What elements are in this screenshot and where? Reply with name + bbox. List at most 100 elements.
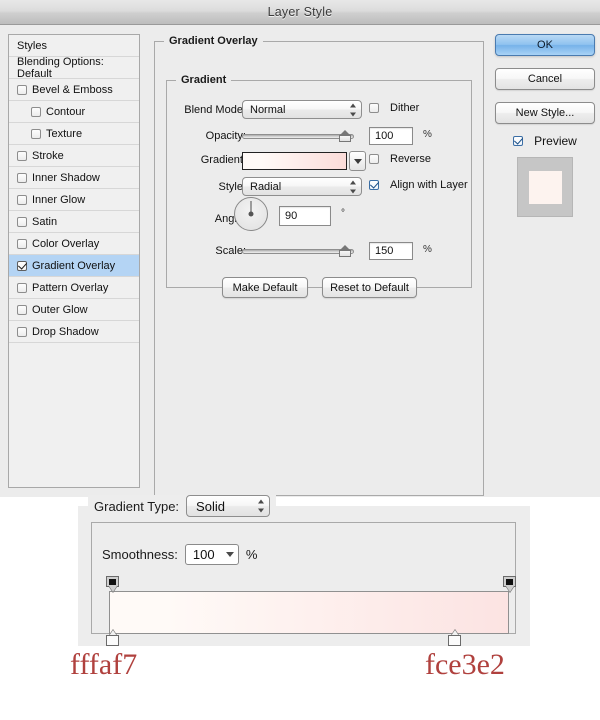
style-label-satin: Satin: [32, 215, 58, 228]
styles-list-header[interactable]: Styles: [9, 35, 139, 57]
style-label-color-overlay: Color Overlay: [32, 237, 100, 250]
angle-dial-hub: [248, 211, 254, 217]
checkbox-preview[interactable]: [513, 136, 524, 146]
cancel-button[interactable]: Cancel: [495, 68, 595, 90]
blending-options-row[interactable]: Blending Options: Default: [9, 55, 139, 80]
checkbox-texture[interactable]: [31, 128, 41, 139]
angle-value: 90: [285, 210, 298, 222]
opacity-stop-left-swatch: [106, 635, 119, 646]
style-row-outer-glow[interactable]: Outer Glow: [9, 299, 139, 321]
styles-header-label: Styles: [17, 39, 47, 52]
checkbox-inner-shadow[interactable]: [17, 172, 27, 183]
style-label-contour: Contour: [46, 105, 86, 118]
preview-thumbnail-swatch: [528, 170, 562, 204]
style-row-color-overlay[interactable]: Color Overlay: [9, 233, 139, 255]
checkbox-satin[interactable]: [17, 216, 27, 227]
new-style-button[interactable]: New Style...: [495, 102, 595, 124]
reverse-checkbox-row[interactable]: Reverse: [369, 153, 431, 165]
gradient-preview-bar[interactable]: [109, 591, 509, 634]
style-label-stroke: Stroke: [32, 149, 64, 162]
checkbox-outer-glow[interactable]: [17, 304, 27, 315]
checkbox-contour[interactable]: [31, 106, 41, 117]
gradient-type-select[interactable]: Solid: [186, 495, 271, 517]
checkbox-align-with-layer[interactable]: [369, 180, 379, 190]
window-titlebar: Layer Style: [0, 0, 600, 25]
gradient-picker[interactable]: [242, 151, 366, 171]
checkbox-color-overlay[interactable]: [17, 238, 27, 249]
cancel-label: Cancel: [527, 73, 563, 85]
color-stop-left-pointer: [108, 586, 117, 592]
opacity-stop-right[interactable]: [448, 630, 461, 646]
checkbox-reverse[interactable]: [369, 154, 379, 164]
reset-to-default-label: Reset to Default: [330, 281, 409, 294]
opacity-slider-thumb[interactable]: [339, 130, 351, 142]
style-row-texture[interactable]: Texture: [9, 123, 139, 145]
opacity-slider-track: [242, 134, 354, 139]
checkbox-bevel-emboss[interactable]: [17, 84, 27, 95]
opacity-stop-left[interactable]: [106, 630, 119, 646]
style-value: Radial: [250, 180, 282, 193]
style-row-drop-shadow[interactable]: Drop Shadow: [9, 321, 139, 343]
ok-label: OK: [537, 39, 553, 51]
style-row-satin[interactable]: Satin: [9, 211, 139, 233]
align-with-layer-label: Align with Layer: [390, 179, 468, 191]
style-row-inner-shadow[interactable]: Inner Shadow: [9, 167, 139, 189]
checkbox-stroke[interactable]: [17, 150, 27, 161]
opacity-slider[interactable]: [242, 129, 354, 143]
gradient-label: Gradient:: [200, 154, 246, 166]
gradient-dropdown-button[interactable]: [349, 151, 366, 171]
ok-button[interactable]: OK: [495, 34, 595, 56]
hex-callouts: fffaf7 fce3e2: [0, 648, 600, 708]
preview-checkbox-row[interactable]: Preview: [495, 134, 595, 148]
opacity-unit: %: [423, 129, 432, 140]
scale-slider-track: [242, 249, 354, 254]
scale-slider-thumb[interactable]: [339, 245, 351, 257]
hex-callout-right: fce3e2: [425, 648, 505, 681]
scale-value: 150: [375, 245, 394, 257]
angle-input[interactable]: 90: [279, 206, 331, 226]
opacity-input[interactable]: 100: [369, 127, 413, 145]
chevron-down-icon: [353, 158, 362, 164]
angle-dial[interactable]: [234, 197, 268, 231]
scale-input[interactable]: 150: [369, 242, 413, 260]
chevron-updown-icon: [349, 103, 356, 116]
style-row-contour[interactable]: Contour: [9, 101, 139, 123]
blend-mode-value: Normal: [250, 103, 286, 116]
smoothness-input[interactable]: 100: [184, 544, 239, 565]
checkbox-pattern-overlay[interactable]: [17, 282, 27, 293]
style-select[interactable]: Radial: [242, 177, 362, 196]
gradient-swatch[interactable]: [242, 152, 347, 170]
make-default-button[interactable]: Make Default: [222, 277, 308, 298]
checkbox-inner-glow[interactable]: [17, 194, 27, 205]
align-with-layer-checkbox-row[interactable]: Align with Layer: [369, 179, 468, 191]
preview-thumbnail: [517, 157, 573, 217]
gradient-type-row: Gradient Type: Solid: [88, 495, 277, 517]
style-row-pattern-overlay[interactable]: Pattern Overlay: [9, 277, 139, 299]
checkbox-gradient-overlay[interactable]: [17, 260, 27, 271]
smoothness-unit: %: [245, 547, 258, 562]
style-row-gradient-overlay[interactable]: Gradient Overlay: [9, 255, 139, 277]
color-stop-right[interactable]: [503, 576, 516, 592]
blend-mode-select[interactable]: Normal: [242, 100, 362, 119]
style-row-inner-glow[interactable]: Inner Glow: [9, 189, 139, 211]
dither-checkbox-row[interactable]: Dither: [369, 102, 419, 114]
style-label-bevel-emboss: Bevel & Emboss: [32, 83, 113, 96]
opacity-stop-right-swatch: [448, 635, 461, 646]
dialog-actions: OK Cancel New Style... Preview: [495, 34, 595, 217]
opacity-label: Opacity:: [205, 130, 246, 142]
style-label-inner-shadow: Inner Shadow: [32, 171, 100, 184]
checkbox-dither[interactable]: [369, 103, 379, 113]
reset-to-default-button[interactable]: Reset to Default: [322, 277, 417, 298]
gradient-overlay-group-title: Gradient Overlay: [164, 35, 263, 47]
checkbox-drop-shadow[interactable]: [17, 326, 27, 337]
scale-slider[interactable]: [242, 244, 354, 258]
gradient-type-value: Solid: [196, 498, 225, 514]
style-label-gradient-overlay: Gradient Overlay: [32, 259, 116, 272]
preview-label: Preview: [534, 134, 577, 148]
color-stop-left[interactable]: [106, 576, 119, 592]
chevron-updown-icon: [257, 499, 264, 513]
gradient-overlay-panel: Gradient Overlay Gradient Blend Mode: No…: [154, 34, 484, 496]
style-row-bevel-emboss[interactable]: Bevel & Emboss: [9, 79, 139, 101]
style-row-stroke[interactable]: Stroke: [9, 145, 139, 167]
blending-options-label: Blending Options: Default: [17, 55, 104, 80]
